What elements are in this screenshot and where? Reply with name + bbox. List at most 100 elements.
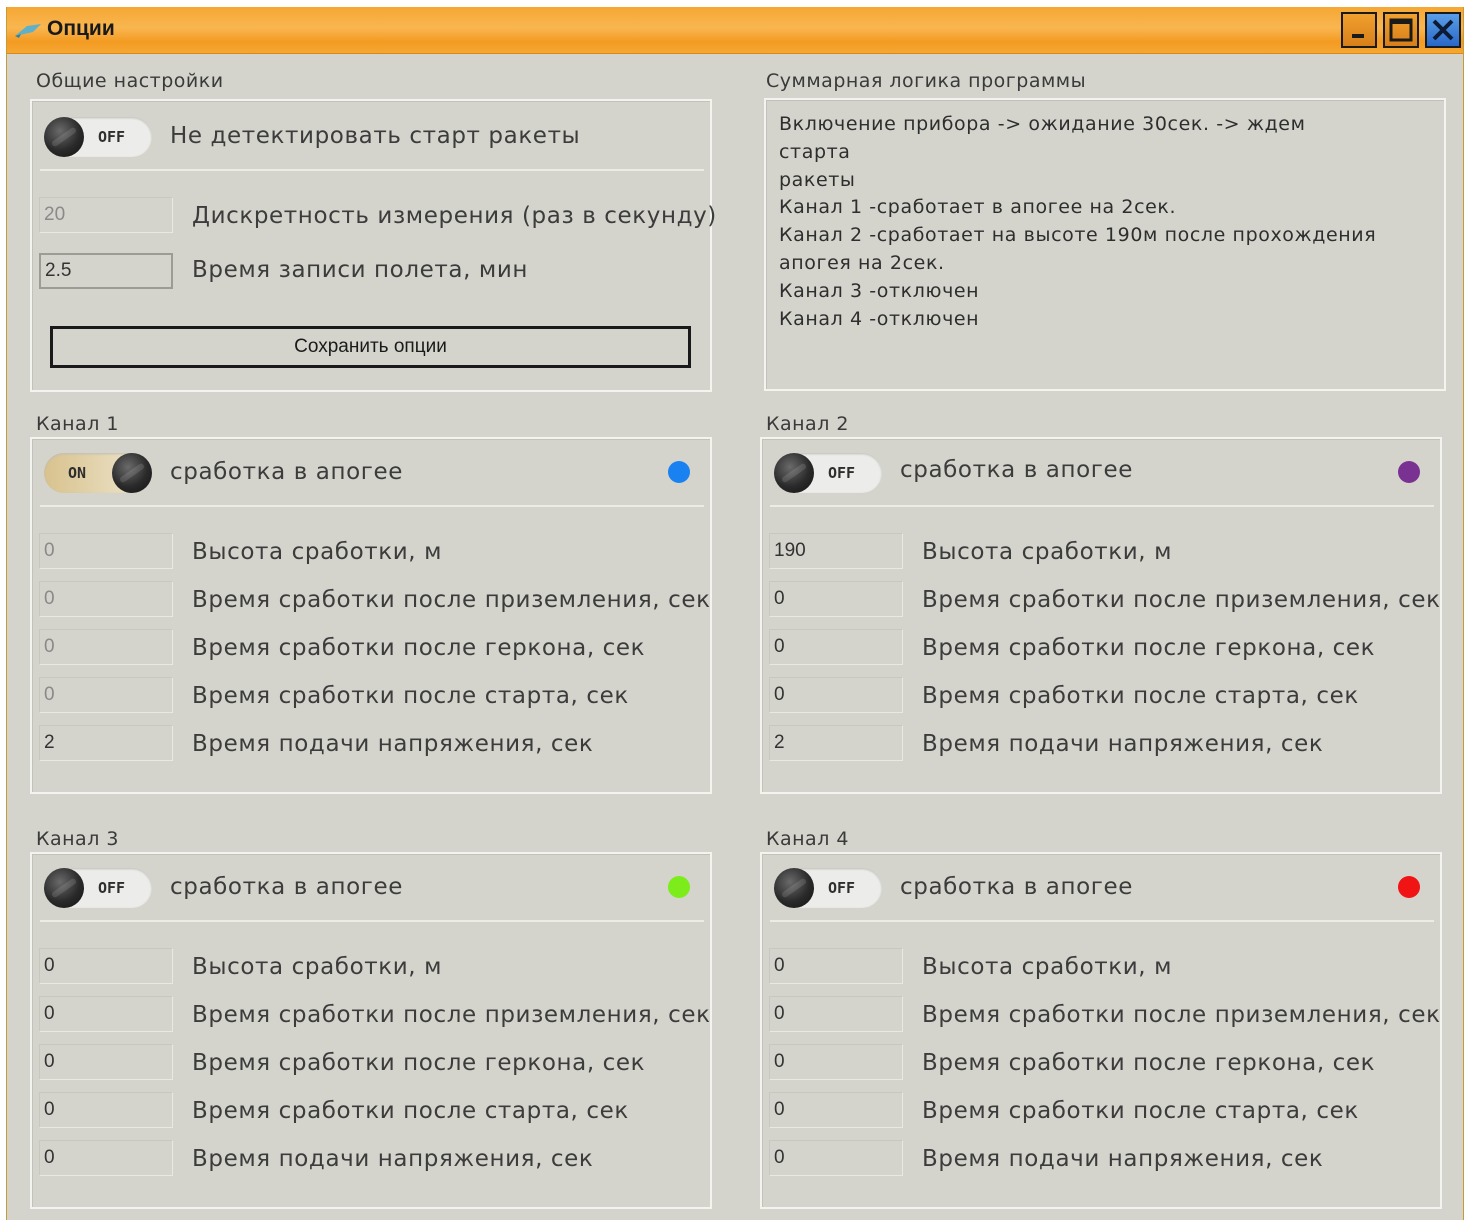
channel-2-start-time-input[interactable] (769, 677, 903, 713)
channel-1-voltage-time-input[interactable] (39, 725, 173, 761)
channel-3-panel: OFF сработка в апогее Высота сработки, м… (30, 852, 712, 1209)
divider (770, 505, 1434, 507)
channel-3-landing-time-input[interactable] (39, 996, 173, 1032)
channel-4-panel: OFF сработка в апогее Высота сработки, м… (760, 852, 1442, 1209)
record-time-input[interactable] (39, 253, 173, 289)
channel-4-altitude-input[interactable] (769, 948, 903, 984)
channel-4-toggle[interactable]: OFF (774, 868, 882, 908)
channel-2-start-time-label: Время сработки после старта, сек (922, 683, 1359, 709)
sample-rate-input[interactable] (39, 197, 173, 233)
channel-1-mode-label: сработка в апогее (170, 459, 403, 485)
channel-1-reed-time-input[interactable] (39, 629, 173, 665)
summary-line: ракеты (779, 168, 856, 191)
channel-2-landing-time-label: Время сработки после приземления, сек (922, 587, 1441, 613)
summary-line: Канал 2 -сработает на высоте 190м после … (779, 224, 1377, 247)
divider (40, 920, 704, 922)
channel-3-altitude-input[interactable] (39, 948, 173, 984)
summary-line: Включение прибора -> ожидание 30сек. -> … (779, 113, 1313, 163)
channel-4-start-time-input[interactable] (769, 1092, 903, 1128)
minimize-icon (1352, 34, 1364, 38)
channel-3-voltage-time-input[interactable] (39, 1140, 173, 1176)
channel-3-status-dot (668, 876, 690, 898)
channel-2-reed-time-input[interactable] (769, 629, 903, 665)
record-time-label: Время записи полета, мин (192, 257, 529, 283)
toggle-knob-icon (774, 453, 814, 493)
channel-3-mode-label: сработка в апогее (170, 874, 403, 900)
summary-label: Суммарная логика программы (766, 70, 1087, 92)
toggle-state-label: ON (68, 464, 87, 482)
channel-2-altitude-input[interactable] (769, 533, 903, 569)
toggle-state-label: OFF (98, 128, 126, 146)
channel-1-voltage-time-label: Время подачи напряжения, сек (192, 731, 594, 757)
channel-4-voltage-time-input[interactable] (769, 1140, 903, 1176)
channel-2-toggle[interactable]: OFF (774, 453, 882, 493)
channel-4-landing-time-label: Время сработки после приземления, сек (922, 1002, 1441, 1028)
title-bar[interactable]: Опции (7, 7, 1463, 54)
summary-line: Канал 4 -отключен (779, 307, 980, 330)
channel-4-altitude-label: Высота сработки, м (922, 954, 1173, 980)
channel-1-landing-time-input[interactable] (39, 581, 173, 617)
channel-3-altitude-label: Высота сработки, м (192, 954, 443, 980)
summary-text: Включение прибора -> ожидание 30сек. -> … (779, 111, 1379, 333)
toggle-knob-icon (44, 117, 84, 157)
maximize-icon (1389, 18, 1413, 42)
channel-2-altitude-label: Высота сработки, м (922, 539, 1173, 565)
divider (40, 505, 704, 507)
channel-3-reed-time-input[interactable] (39, 1044, 173, 1080)
channel-1-start-time-label: Время сработки после старта, сек (192, 683, 629, 709)
channel-4-reed-time-label: Время сработки после геркона, сек (922, 1050, 1376, 1076)
channel-1-panel: ON сработка в апогее Высота сработки, м … (30, 437, 712, 794)
minimize-button[interactable] (1341, 12, 1377, 48)
toggle-state-label: OFF (98, 879, 126, 897)
channel-3-start-time-input[interactable] (39, 1092, 173, 1128)
sample-rate-label: Дискретность измерения (раз в секунду) (192, 203, 717, 229)
channel-1-label: Канал 1 (36, 413, 119, 435)
channel-2-panel: OFF сработка в апогее Высота сработки, м… (760, 437, 1442, 794)
channel-1-toggle[interactable]: ON (44, 453, 152, 493)
divider (40, 169, 704, 171)
channel-2-reed-time-label: Время сработки после геркона, сек (922, 635, 1376, 661)
channel-3-voltage-time-label: Время подачи напряжения, сек (192, 1146, 594, 1172)
toggle-state-label: OFF (828, 464, 856, 482)
channel-4-mode-label: сработка в апогее (900, 874, 1133, 900)
detect-start-toggle[interactable]: OFF (44, 117, 152, 157)
rocket-icon (15, 24, 41, 38)
window-title: Опции (47, 17, 115, 40)
channel-1-start-time-input[interactable] (39, 677, 173, 713)
maximize-button[interactable] (1383, 12, 1419, 48)
channel-4-voltage-time-label: Время подачи напряжения, сек (922, 1146, 1324, 1172)
summary-line: Канал 1 -сработает в апогее на 2сек. (779, 196, 1177, 219)
general-settings-label: Общие настройки (36, 70, 224, 92)
channel-1-altitude-label: Высота сработки, м (192, 539, 443, 565)
channel-3-label: Канал 3 (36, 828, 119, 850)
channel-4-label: Канал 4 (766, 828, 849, 850)
channel-2-mode-label: сработка в апогее (900, 457, 1133, 483)
save-options-button[interactable]: Сохранить опции (50, 326, 691, 368)
toggle-knob-icon (112, 453, 152, 493)
summary-line: апогея на 2сек. (779, 251, 945, 274)
channel-2-status-dot (1398, 461, 1420, 483)
detect-start-label: Не детектировать старт ракеты (170, 123, 581, 149)
channel-2-voltage-time-input[interactable] (769, 725, 903, 761)
channel-4-reed-time-input[interactable] (769, 1044, 903, 1080)
channel-2-voltage-time-label: Время подачи напряжения, сек (922, 731, 1324, 757)
channel-2-landing-time-input[interactable] (769, 581, 903, 617)
channel-1-status-dot (668, 461, 690, 483)
channel-3-reed-time-label: Время сработки после геркона, сек (192, 1050, 646, 1076)
channel-4-start-time-label: Время сработки после старта, сек (922, 1098, 1359, 1124)
close-button[interactable] (1425, 12, 1461, 48)
channel-3-toggle[interactable]: OFF (44, 868, 152, 908)
channel-4-status-dot (1398, 876, 1420, 898)
close-icon (1432, 19, 1454, 41)
channel-2-label: Канал 2 (766, 413, 849, 435)
toggle-knob-icon (774, 868, 814, 908)
divider (770, 920, 1434, 922)
channel-4-landing-time-input[interactable] (769, 996, 903, 1032)
toggle-state-label: OFF (828, 879, 856, 897)
summary-line: Канал 3 -отключен (779, 279, 980, 302)
channel-1-reed-time-label: Время сработки после геркона, сек (192, 635, 646, 661)
channel-1-altitude-input[interactable] (39, 533, 173, 569)
toggle-knob-icon (44, 868, 84, 908)
options-window: Опции Общие настройки OFF Не детектирова… (6, 7, 1464, 1220)
channel-1-landing-time-label: Время сработки после приземления, сек (192, 587, 711, 613)
